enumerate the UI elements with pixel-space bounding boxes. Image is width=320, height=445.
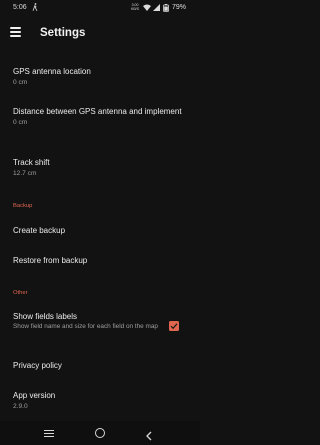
checkmark-icon xyxy=(170,323,178,330)
setting-title: Distance between GPS antenna and impleme… xyxy=(13,107,182,116)
setting-title: App version xyxy=(13,391,56,400)
setting-description: Show field name and size for each field … xyxy=(13,323,158,330)
setting-value: 0 cm xyxy=(13,79,28,86)
signal-icon xyxy=(153,4,160,13)
status-time: 5:06 xyxy=(13,4,27,11)
setting-value: 12.7 cm xyxy=(13,170,37,177)
setting-title: Restore from backup xyxy=(13,256,88,265)
setting-track-shift[interactable]: Track shift 12.7 cm xyxy=(0,158,200,178)
status-bar: 5:06 3.00 KB/S 79% xyxy=(0,0,200,17)
walking-person-icon xyxy=(32,3,38,13)
recents-icon[interactable] xyxy=(44,430,54,437)
page-title: Settings xyxy=(40,27,86,39)
setting-title: Create backup xyxy=(13,226,66,235)
setting-value: 0 cm xyxy=(13,119,28,126)
setting-restore-backup[interactable]: Restore from backup xyxy=(0,256,200,266)
setting-title: Privacy policy xyxy=(13,361,62,370)
battery-icon xyxy=(163,4,169,14)
battery-level: 79% xyxy=(172,4,187,11)
setting-distance-gps-implement[interactable]: Distance between GPS antenna and impleme… xyxy=(0,107,200,127)
setting-app-version: App version 2.9.0 xyxy=(0,391,200,411)
setting-gps-antenna-location[interactable]: GPS antenna location 0 cm xyxy=(0,67,200,87)
wifi-icon xyxy=(143,4,151,13)
network-speed: 3.00 KB/S xyxy=(131,3,139,11)
setting-title: GPS antenna location xyxy=(13,67,91,76)
network-speed-unit: KB/S xyxy=(131,7,139,11)
navigation-bar xyxy=(0,421,200,445)
app-bar: Settings xyxy=(0,17,200,50)
setting-title: Track shift xyxy=(13,158,50,167)
setting-create-backup[interactable]: Create backup xyxy=(0,226,200,236)
show-fields-labels-checkbox[interactable] xyxy=(169,321,179,331)
section-header-other: Other xyxy=(13,290,28,296)
setting-value: 2.9.0 xyxy=(13,403,28,410)
setting-privacy-policy[interactable]: Privacy policy xyxy=(0,361,200,371)
back-icon[interactable] xyxy=(145,428,153,445)
hamburger-menu-icon[interactable] xyxy=(10,27,21,37)
home-icon[interactable] xyxy=(95,428,105,438)
section-header-backup: Backup xyxy=(13,203,33,209)
